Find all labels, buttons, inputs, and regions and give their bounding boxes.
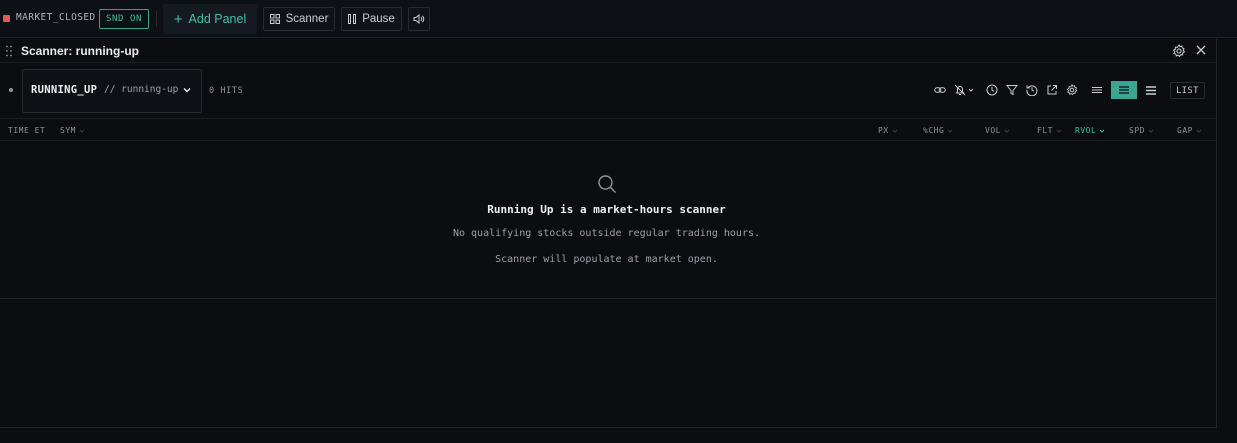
chevron-down-icon — [1148, 129, 1154, 133]
scanner-select-dropdown[interactable]: RUNNING_UP // running-up — [22, 69, 202, 113]
scanner-status-dot — [9, 88, 13, 92]
scanner-panel: Scanner: running-up RUNNING_UP // runnin… — [0, 39, 1217, 428]
top-bar: MARKET_CLOSED SND ON + Add Panel Scanner… — [0, 0, 1237, 38]
panel-header: Scanner: running-up — [0, 39, 1216, 63]
chevron-down-icon — [1196, 129, 1202, 133]
add-panel-label: Add Panel — [188, 12, 247, 26]
bell-off-icon[interactable] — [954, 84, 976, 96]
pause-button-label: Pause — [362, 13, 395, 25]
pause-button[interactable]: Pause — [341, 7, 402, 31]
chevron-down-icon — [1056, 129, 1062, 133]
column-gap[interactable]: GAP — [1177, 126, 1202, 135]
chevron-down-icon — [79, 129, 85, 133]
menu-icon — [1092, 87, 1102, 93]
column-sym[interactable]: SYM — [60, 126, 85, 135]
search-icon — [598, 175, 616, 193]
empty-state-message: No qualifying stocks outside regular tra… — [452, 228, 761, 239]
column-spd[interactable]: SPD — [1129, 126, 1154, 135]
scanner-button-label: Scanner — [285, 13, 329, 25]
view-compact-button[interactable] — [1084, 81, 1110, 99]
view-normal-button[interactable] — [1111, 81, 1137, 99]
chevron-down-icon — [1004, 129, 1010, 133]
clock-icon[interactable] — [986, 84, 998, 96]
chevron-down-icon — [892, 129, 897, 133]
column-px[interactable]: PX — [878, 126, 898, 135]
scanner-button[interactable]: Scanner — [263, 7, 335, 31]
scanner-controls-row: RUNNING_UP // running-up 0 HITS LIST — [0, 63, 1216, 119]
panel-title: Scanner: running-up — [21, 44, 139, 58]
history-icon[interactable] — [1026, 84, 1038, 96]
hits-count: 0 HITS — [209, 86, 244, 96]
sound-button[interactable] — [408, 7, 430, 31]
scanner-name: RUNNING_UP — [31, 84, 98, 96]
pause-icon — [348, 14, 357, 24]
market-status-label: MARKET_CLOSED — [16, 12, 96, 23]
column-header-row: TIME ET SYM PX %CHG VOL FLT RVOL SPD GAP — [0, 119, 1216, 141]
column-vol[interactable]: VOL — [985, 126, 1010, 135]
view-density-group — [1084, 81, 1164, 99]
filter-icon[interactable] — [1006, 84, 1018, 96]
gear-icon[interactable] — [1172, 44, 1186, 58]
chevron-down-icon — [1099, 129, 1105, 133]
market-status-indicator — [3, 15, 10, 22]
speaker-icon — [413, 14, 425, 24]
chevron-down-icon — [947, 129, 953, 133]
drag-grip-icon[interactable] — [6, 45, 12, 57]
column-pct-change[interactable]: %CHG — [923, 126, 953, 135]
view-expanded-button[interactable] — [1138, 81, 1164, 99]
empty-state-note: Scanner will populate at market open. — [495, 254, 718, 265]
menu-icon — [1119, 86, 1129, 94]
plus-icon: + — [173, 10, 183, 28]
list-view-button[interactable]: LIST — [1170, 82, 1205, 99]
grid-icon — [269, 14, 280, 24]
menu-icon — [1146, 85, 1156, 95]
add-panel-button[interactable]: + Add Panel — [163, 4, 257, 34]
empty-state: Running Up is a market-hours scanner No … — [0, 141, 1216, 299]
link-icon[interactable] — [934, 84, 946, 96]
settings-icon[interactable] — [1066, 84, 1078, 96]
sound-toggle-button[interactable]: SND ON — [99, 9, 149, 29]
external-link-icon[interactable] — [1046, 84, 1058, 96]
empty-state-title: Running Up is a market-hours scanner — [487, 203, 726, 216]
close-icon[interactable] — [1195, 44, 1207, 56]
chevron-down-icon — [183, 88, 191, 93]
column-flt[interactable]: FLT — [1037, 126, 1062, 135]
column-rvol[interactable]: RVOL — [1075, 126, 1105, 135]
column-time[interactable]: TIME ET — [8, 126, 45, 135]
toolbar-divider — [156, 11, 157, 27]
scanner-slug: // running-up — [104, 84, 179, 95]
